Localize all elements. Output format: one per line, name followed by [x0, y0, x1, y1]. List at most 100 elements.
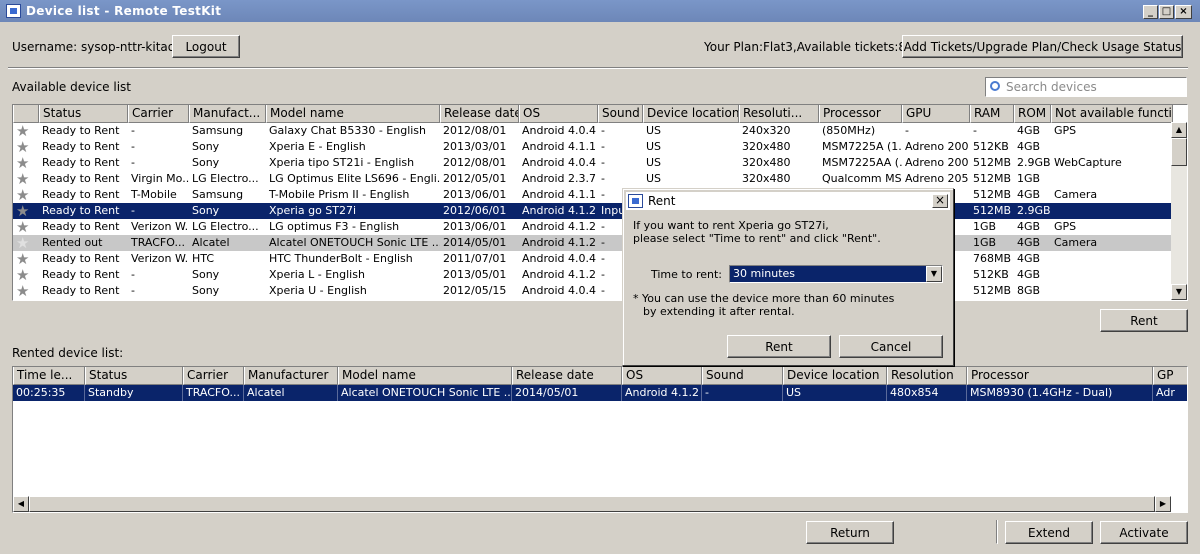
table-row[interactable]: ★ Ready to Rent Virgin Mo... LG Electro... L…: [13, 171, 1171, 187]
col-header[interactable]: Status: [39, 105, 128, 123]
minimize-button[interactable]: _: [1143, 5, 1158, 19]
scroll-up-arrow-icon[interactable]: ▲: [1171, 122, 1187, 138]
col-header[interactable]: Device location: [643, 105, 739, 123]
col-header[interactable]: Processor: [967, 367, 1153, 385]
table-row[interactable]: ★ Ready to Rent - Sony Xperia go ST27i 2012/0…: [13, 203, 1171, 219]
table-row[interactable]: ★ Ready to Rent - Sony Xperia tipo ST21i - E…: [13, 155, 1171, 171]
favorite-star-icon[interactable]: ★: [16, 155, 29, 171]
cell-os: Android 4.0.4: [522, 284, 597, 297]
rented-device-table[interactable]: Time le... Status Carrier Manufacturer Model…: [12, 366, 1188, 513]
activate-button[interactable]: Activate: [1100, 521, 1188, 544]
col-header[interactable]: Resolution: [887, 367, 967, 385]
cell-release: 2013/03/01: [443, 140, 507, 153]
cell-na: GPS: [1054, 124, 1077, 137]
favorite-star-icon[interactable]: ★: [16, 187, 29, 203]
cell-status: Ready to Rent: [42, 172, 120, 185]
favorite-star-icon[interactable]: ★: [16, 219, 29, 235]
rent-dialog: Rent × If you want to rent Xperia go ST2…: [622, 188, 954, 366]
col-header[interactable]: Manufact...: [189, 105, 266, 123]
favorite-star-icon[interactable]: ★: [16, 235, 29, 251]
rented-horizontal-scrollbar[interactable]: ◀ ▶: [13, 496, 1171, 512]
col-header[interactable]: Release date: [512, 367, 622, 385]
return-button[interactable]: Return: [806, 521, 894, 544]
col-header[interactable]: ROM: [1014, 105, 1051, 123]
available-list-label: Available device list: [12, 80, 131, 94]
favorite-star-icon[interactable]: ★: [16, 139, 29, 155]
time-to-rent-select[interactable]: 30 minutes ▼: [729, 265, 943, 283]
close-button[interactable]: ×: [1175, 5, 1192, 19]
col-header[interactable]: Model name: [266, 105, 440, 123]
cell-os: Android 4.1.2: [522, 268, 597, 281]
col-header[interactable]: Processor: [819, 105, 902, 123]
table-row[interactable]: 00:25:35 Standby TRACFO... Alcatel Alcatel O…: [13, 385, 1187, 401]
scroll-down-arrow-icon[interactable]: ▼: [1171, 284, 1187, 300]
favorite-star-icon[interactable]: ★: [16, 171, 29, 187]
col-header[interactable]: Status: [85, 367, 183, 385]
cell-os: Android 4.1.2: [522, 220, 597, 233]
col-header[interactable]: Device location: [783, 367, 887, 385]
table-row[interactable]: ★ Ready to Rent - Samsung Galaxy Chat B5330 …: [13, 123, 1171, 139]
table-row[interactable]: ★ Ready to Rent T-Mobile Samsung T-Mobile Pr…: [13, 187, 1171, 203]
col-header[interactable]: Not available functions: [1051, 105, 1173, 123]
table-row[interactable]: ★ Ready to Rent - Sony Xperia L - English 201…: [13, 267, 1171, 283]
cell-sound: -: [601, 140, 605, 153]
col-header[interactable]: Carrier: [128, 105, 189, 123]
chevron-down-icon[interactable]: ▼: [926, 266, 942, 282]
dialog-cancel-button[interactable]: Cancel: [839, 335, 943, 358]
favorite-star-icon[interactable]: ★: [16, 283, 29, 299]
logout-button[interactable]: Logout: [172, 35, 240, 58]
cell-status: Ready to Rent: [42, 220, 120, 233]
col-header[interactable]: OS: [622, 367, 702, 385]
cell-os: Android 4.0.4: [522, 156, 597, 169]
favorite-star-icon[interactable]: ★: [16, 267, 29, 283]
scroll-right-arrow-icon[interactable]: ▶: [1155, 496, 1171, 512]
cell-model: HTC ThunderBolt - English: [269, 252, 413, 265]
col-header[interactable]: OS: [519, 105, 598, 123]
scroll-left-arrow-icon[interactable]: ◀: [13, 496, 29, 512]
favorite-star-icon[interactable]: ★: [16, 251, 29, 267]
cell-time: 00:25:35: [13, 385, 85, 401]
cell-res: 240x320: [742, 124, 791, 137]
table-row[interactable]: ★ Ready to Rent Verizon W... HTC HTC Thunder…: [13, 251, 1171, 267]
col-header[interactable]: GPU: [902, 105, 970, 123]
available-device-table[interactable]: Status Carrier Manufact... Model name Releas…: [12, 104, 1188, 301]
extend-button[interactable]: Extend: [1005, 521, 1093, 544]
table-row[interactable]: ★ Ready to Rent - Sony Xperia U - English 201…: [13, 283, 1171, 299]
add-tickets-button[interactable]: Add Tickets/Upgrade Plan/Check Usage Sta…: [902, 35, 1183, 58]
table-row[interactable]: ★ Ready to Rent Verizon W... LG Electro... L…: [13, 219, 1171, 235]
cell-carrier: T-Mobile: [131, 188, 177, 201]
col-header-star[interactable]: [13, 105, 39, 123]
available-vertical-scrollbar[interactable]: ▲ ▼: [1171, 122, 1187, 300]
col-header[interactable]: Sound: [702, 367, 783, 385]
col-header[interactable]: Release date: [440, 105, 519, 123]
table-row[interactable]: ★ Rented out TRACFO... Alcatel Alcatel ONETO…: [13, 235, 1171, 251]
col-header[interactable]: Time le...: [13, 367, 85, 385]
col-header[interactable]: Sound: [598, 105, 643, 123]
rent-dialog-title: Rent: [648, 194, 676, 208]
cell-ram: 512MB: [973, 172, 1012, 185]
search-icon: [990, 81, 1000, 91]
col-header[interactable]: GP: [1153, 367, 1187, 385]
col-header[interactable]: Carrier: [183, 367, 244, 385]
dialog-close-icon[interactable]: ×: [932, 194, 948, 208]
rent-button[interactable]: Rent: [1100, 309, 1188, 332]
col-header[interactable]: RAM: [970, 105, 1014, 123]
favorite-star-icon[interactable]: ★: [16, 203, 29, 219]
cell-gpu: Adreno 200: [905, 156, 969, 169]
maximize-button[interactable]: □: [1159, 5, 1174, 19]
col-header[interactable]: Manufacturer: [244, 367, 338, 385]
cell-rom: 4GB: [1017, 236, 1041, 249]
cell-manu: LG Electro...: [192, 172, 259, 185]
cell-model: Xperia tipo ST21i - English: [269, 156, 415, 169]
cell-release: 2012/05/15: [443, 284, 507, 297]
table-row[interactable]: ★ Ready to Rent - Sony Xperia E - English 201…: [13, 139, 1171, 155]
cell-os: Android 2.3.7: [522, 172, 597, 185]
col-header[interactable]: Model name: [338, 367, 512, 385]
cell-rom: 2.9GB: [1017, 156, 1051, 169]
scroll-thumb[interactable]: [1171, 138, 1187, 166]
search-input[interactable]: Search devices: [985, 77, 1187, 97]
favorite-star-icon[interactable]: ★: [16, 123, 29, 139]
hscroll-thumb[interactable]: [29, 496, 1155, 512]
dialog-rent-button[interactable]: Rent: [727, 335, 831, 358]
col-header[interactable]: Resoluti...: [739, 105, 819, 123]
